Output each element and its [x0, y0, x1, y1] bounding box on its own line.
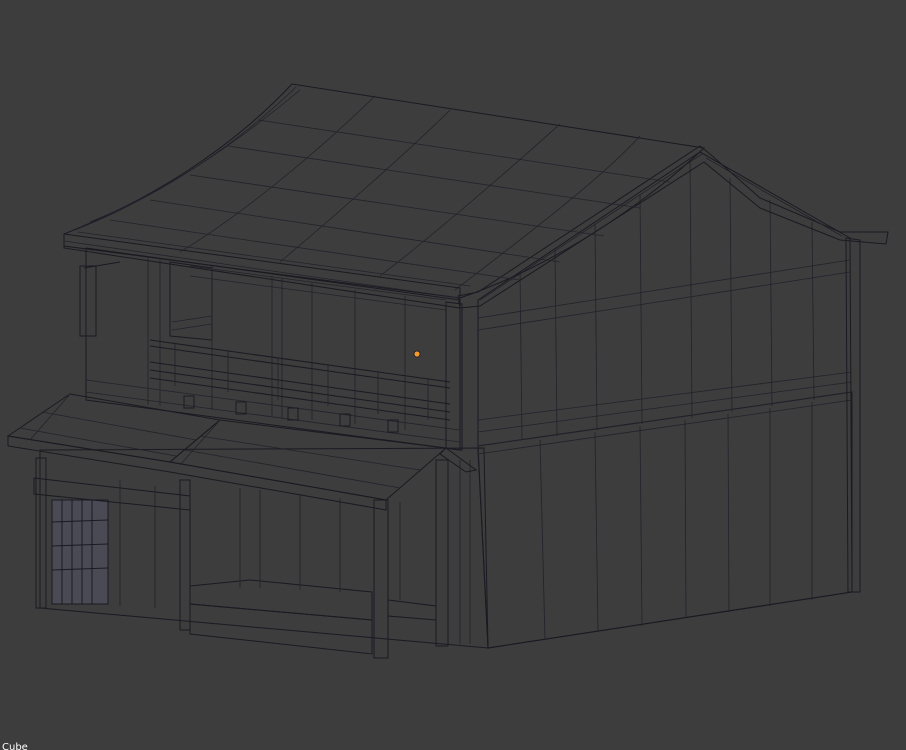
side-wall: [477, 151, 861, 649]
upper-front-wall: [79, 247, 463, 451]
origin-marker[interactable]: [413, 350, 421, 358]
3d-viewport[interactable]: Cube: [0, 0, 906, 750]
object-name-label: Cube: [2, 742, 28, 750]
front-awning: [6, 393, 478, 511]
lower-front-wall: [35, 447, 489, 659]
house-model[interactable]: [0, 0, 906, 750]
